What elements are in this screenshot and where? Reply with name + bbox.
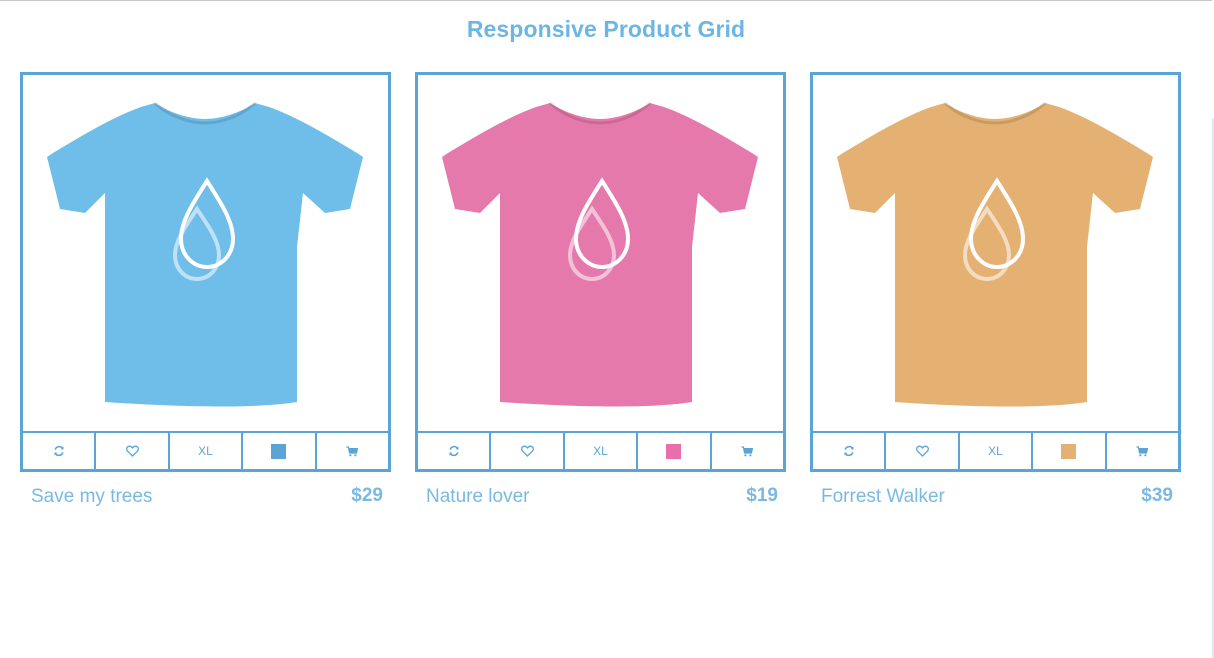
add-to-cart-button[interactable] xyxy=(1107,433,1178,469)
heart-icon xyxy=(125,445,139,457)
product-image[interactable] xyxy=(813,75,1178,433)
size-selector[interactable]: XL xyxy=(170,433,244,469)
product-name[interactable]: Save my trees xyxy=(31,486,152,508)
refresh-button[interactable] xyxy=(813,433,887,469)
product-price: $29 xyxy=(351,485,383,506)
product-grid: XL Save my trees $29 XL Nature lover $19… xyxy=(20,72,1182,522)
cart-icon xyxy=(1136,445,1149,456)
wishlist-button[interactable] xyxy=(96,433,170,469)
product-footer: Save my trees $29 xyxy=(20,485,391,526)
heart-icon xyxy=(915,445,929,457)
color-swatch xyxy=(1061,443,1077,459)
wishlist-button[interactable] xyxy=(491,433,565,469)
product-card: XL Save my trees $29 xyxy=(20,72,391,526)
refresh-icon xyxy=(843,445,854,457)
color-selector[interactable] xyxy=(638,433,712,469)
product-name[interactable]: Forrest Walker xyxy=(821,486,945,508)
refresh-button[interactable] xyxy=(23,433,97,469)
product-card: XL Nature lover $19 xyxy=(415,72,786,526)
refresh-icon xyxy=(53,445,64,457)
product-card: XL Forrest Walker $39 xyxy=(810,72,1181,526)
tshirt-image xyxy=(47,101,363,407)
cart-icon xyxy=(741,445,754,456)
product-price: $39 xyxy=(1141,485,1173,506)
add-to-cart-button[interactable] xyxy=(317,433,388,469)
cart-icon xyxy=(346,445,359,456)
product-card-box: XL xyxy=(415,72,786,472)
tshirt-image xyxy=(442,101,758,407)
tshirt-body xyxy=(442,103,758,407)
size-label: XL xyxy=(988,444,1003,458)
wishlist-button[interactable] xyxy=(886,433,960,469)
color-swatch xyxy=(271,443,287,459)
size-label: XL xyxy=(198,444,213,458)
color-swatch xyxy=(666,443,682,459)
refresh-button[interactable] xyxy=(418,433,492,469)
size-label: XL xyxy=(593,444,608,458)
tshirt-body xyxy=(837,103,1153,407)
size-selector[interactable]: XL xyxy=(960,433,1034,469)
product-toolbar: XL xyxy=(23,433,388,469)
size-selector[interactable]: XL xyxy=(565,433,639,469)
product-card-box: XL xyxy=(810,72,1181,472)
product-image[interactable] xyxy=(23,75,388,433)
tshirt-image xyxy=(837,101,1153,407)
product-image[interactable] xyxy=(418,75,783,433)
add-to-cart-button[interactable] xyxy=(712,433,783,469)
color-selector[interactable] xyxy=(1033,433,1107,469)
product-footer: Nature lover $19 xyxy=(415,485,786,526)
tshirt-body xyxy=(47,103,363,407)
product-toolbar: XL xyxy=(813,433,1178,469)
product-footer: Forrest Walker $39 xyxy=(810,485,1181,526)
product-price: $19 xyxy=(746,485,778,506)
color-selector[interactable] xyxy=(243,433,317,469)
heart-icon xyxy=(520,445,534,457)
refresh-icon xyxy=(448,445,459,457)
product-toolbar: XL xyxy=(418,433,783,469)
product-name[interactable]: Nature lover xyxy=(426,486,530,508)
page-title: Responsive Product Grid xyxy=(466,16,746,42)
product-card-box: XL xyxy=(20,72,391,472)
